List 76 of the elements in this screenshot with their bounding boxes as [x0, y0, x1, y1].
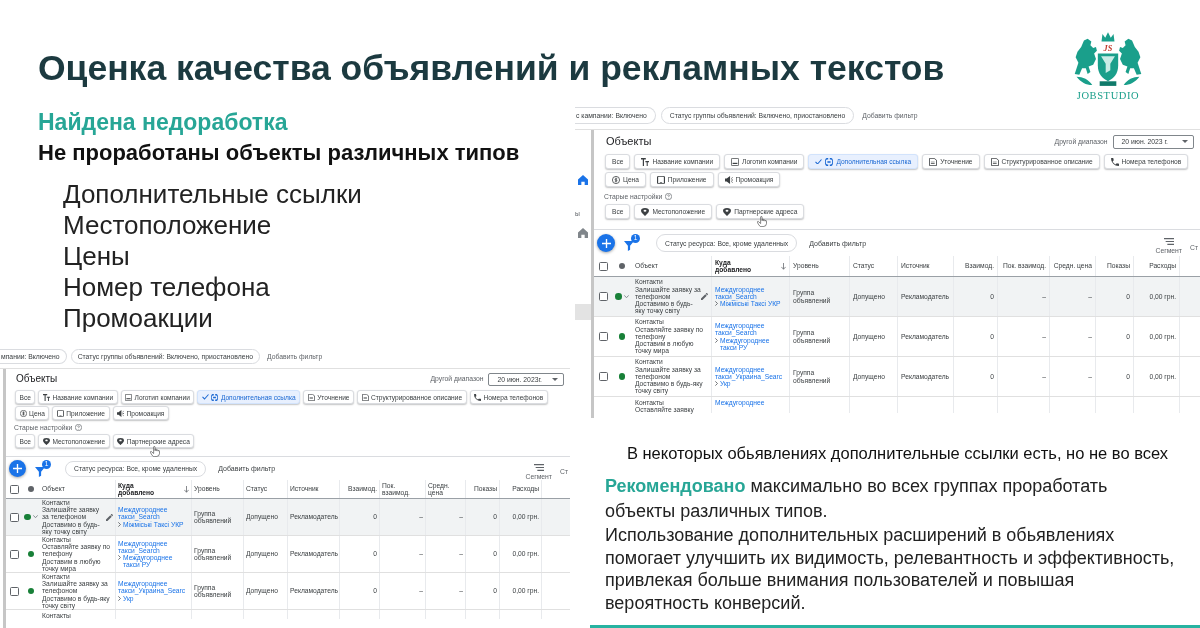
- select-all-checkbox[interactable]: [598, 261, 608, 271]
- list-item: Дополнительные ссылки: [63, 179, 363, 210]
- row-checkbox[interactable]: [598, 372, 608, 381]
- link-icon: [211, 393, 219, 401]
- mobile-phone-icon: [56, 409, 64, 417]
- home-icon[interactable]: [578, 227, 588, 238]
- list-item: Местоположение: [63, 210, 273, 241]
- lines-icon: [533, 463, 544, 471]
- arrow-down-icon: [781, 262, 786, 270]
- finding-heading: Не проработаны объекты различных типов: [38, 139, 521, 167]
- pencil-icon[interactable]: [701, 293, 708, 300]
- finding-label: Найдена недоработка: [38, 108, 289, 136]
- filter-icon: [35, 466, 45, 477]
- row-checkbox[interactable]: [9, 586, 19, 596]
- megaphone-icon: [724, 175, 733, 184]
- lines-icon: [1163, 238, 1174, 245]
- document-icon: [990, 157, 999, 166]
- recommendation-details: Использование дополнительных расширений в обьявлениях помогает улучшить их видимость, релевантность и эффективность, привлекая больше внимания пользователей и повышая вероятность конверсий.: [605, 524, 1176, 614]
- chevron-right-icon: [715, 301, 718, 307]
- row-checkbox[interactable]: [598, 332, 608, 341]
- row-checkbox[interactable]: [598, 292, 608, 301]
- filter-icon: [624, 241, 634, 251]
- chevron-down-icon[interactable]: [32, 515, 38, 519]
- phone-icon: [1110, 157, 1119, 166]
- home-icon[interactable]: [578, 175, 588, 185]
- select-all-checkbox[interactable]: [9, 484, 19, 494]
- text-format-icon: [641, 157, 650, 166]
- caption-text: В некоторых обьявлениях дополнительные ссылки есть, но не во всех: [625, 443, 1170, 463]
- chevron-right-icon: [715, 337, 718, 343]
- location-pin-icon: [723, 207, 732, 216]
- check-icon: [201, 394, 209, 400]
- image-icon: [731, 157, 740, 166]
- plus-icon: [601, 238, 611, 248]
- row-checkbox[interactable]: [9, 512, 19, 522]
- list-item: Промоакции: [63, 303, 214, 334]
- chevron-right-icon: [118, 555, 121, 560]
- location-pin-icon: [42, 437, 50, 445]
- hand-cursor-icon: [756, 216, 767, 227]
- document-icon: [929, 157, 938, 166]
- text-format-icon: [42, 393, 50, 401]
- mobile-phone-icon: [656, 175, 665, 184]
- chevron-right-icon: [118, 595, 121, 601]
- chevron-down-icon[interactable]: [623, 294, 629, 299]
- caret-down-icon: [1182, 140, 1188, 143]
- megaphone-icon: [117, 409, 125, 417]
- hand-cursor-icon: [150, 446, 161, 457]
- list-item: Номер телефона: [63, 272, 271, 303]
- location-pin-icon: [641, 207, 650, 216]
- arrow-down-icon: [184, 485, 189, 493]
- dollar-icon: [19, 409, 27, 417]
- status-column-icon: [27, 485, 35, 493]
- add-button[interactable]: [9, 460, 26, 477]
- check-icon: [815, 158, 823, 165]
- section-title: Объекты: [606, 135, 652, 148]
- crest-drawing: [1074, 32, 1142, 86]
- chevron-right-icon: [715, 381, 718, 387]
- recommendation-text: Рекомендовано максимально во всех группах проработать объекты различных типов.: [605, 475, 1109, 523]
- plus-icon: [13, 464, 22, 473]
- logo-monogram: JS: [1103, 43, 1113, 53]
- row-checkbox[interactable]: [9, 549, 19, 559]
- image-icon: [125, 393, 133, 401]
- list-item: Цены: [63, 241, 131, 272]
- link-icon: [825, 157, 834, 166]
- section-title: Объекты: [16, 373, 58, 385]
- dollar-icon: [612, 175, 620, 184]
- caret-down-icon: [552, 377, 558, 381]
- status-column-icon: [618, 262, 626, 270]
- add-button[interactable]: [597, 234, 615, 252]
- slide-title: Оценка качества объявлений и рекламных текстов: [38, 47, 945, 90]
- pencil-icon[interactable]: [106, 513, 113, 521]
- document-icon: [361, 393, 369, 401]
- document-icon: [307, 393, 315, 401]
- location-pin-icon: [117, 437, 125, 445]
- logo-wordmark: JOBSTUDIO: [1076, 90, 1140, 102]
- chevron-right-icon: [118, 521, 121, 527]
- phone-icon: [474, 393, 482, 401]
